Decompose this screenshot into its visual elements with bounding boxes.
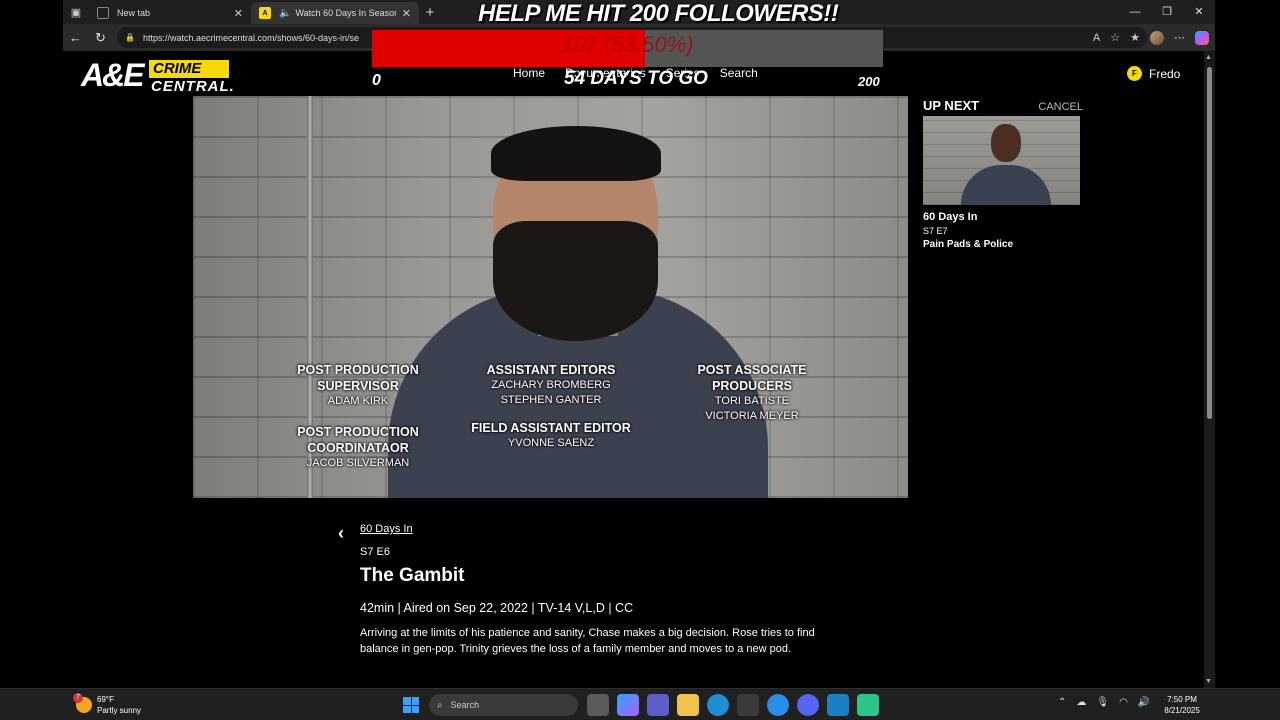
discord-icon[interactable]: [797, 694, 819, 716]
taskbar-search-placeholder: Search: [450, 700, 480, 710]
up-next-label: UP NEXT: [923, 98, 980, 113]
tab-close-icon[interactable]: ✕: [402, 7, 411, 20]
goal-max: 200: [858, 74, 880, 89]
episode-meta: 42min | Aired on Sep 22, 2022 | TV-14 V,…: [360, 601, 634, 615]
browser-window: ▣ New tab ✕ A 🔈 Watch 60 Days In Season …: [63, 0, 1215, 688]
credit-post-production-coordinator: POST PRODUCTION COORDINATAOR JACOB SILVE…: [297, 425, 419, 469]
new-tab-button[interactable]: +: [419, 4, 441, 21]
teams-icon[interactable]: [647, 694, 669, 716]
microphone-icon[interactable]: 🎙: [1096, 697, 1109, 708]
credit-post-associate-producers: POST ASSOCIATE PRODUCERS TORI BATISTE VI…: [697, 363, 807, 422]
file-explorer-icon[interactable]: [677, 694, 699, 716]
user-menu[interactable]: F Fredo: [1127, 66, 1180, 81]
page-content: A&E CRIME CENTRAL. Home Documentaries Se…: [63, 51, 1204, 688]
logo-ae-text: A&E: [81, 57, 145, 93]
up-next-episode: S7 E7: [923, 226, 948, 236]
episode-details: ‹ 60 Days In S7 E6 The Gambit 42min | Ai…: [338, 523, 860, 657]
clock-time: 7:50 PM: [1167, 695, 1197, 704]
scroll-down-icon[interactable]: ▼: [1205, 678, 1212, 685]
goal-remaining: 54 DAYS TO GO: [564, 68, 708, 89]
address-bar-actions: A ☆ ★ ⋯: [1093, 24, 1209, 51]
episode-code: S7 E6: [360, 546, 390, 558]
tab-new-tab[interactable]: New tab ✕: [89, 2, 251, 24]
show-link[interactable]: 60 Days In: [360, 523, 860, 535]
taskbar-search[interactable]: ⌕ Search: [429, 694, 578, 716]
lock-icon: 🔒: [125, 33, 135, 42]
weather-badge: 7: [73, 693, 83, 703]
store-icon[interactable]: [737, 694, 759, 716]
ae-favicon-icon: A: [259, 7, 271, 19]
screen: ▣ New tab ✕ A 🔈 Watch 60 Days In Season …: [0, 0, 1280, 720]
user-name: Fredo: [1149, 66, 1181, 81]
app-icon[interactable]: [767, 694, 789, 716]
scroll-up-icon[interactable]: ▲: [1205, 54, 1212, 61]
video-player[interactable]: POST PRODUCTION SUPERVISOR ADAM KIRK POS…: [193, 96, 908, 498]
back-arrow-icon[interactable]: ←: [63, 30, 88, 45]
site-logo[interactable]: A&E CRIME CENTRAL.: [81, 57, 234, 95]
credit-post-production-supervisor: POST PRODUCTION SUPERVISOR ADAM KIRK: [297, 363, 419, 407]
tab-close-icon[interactable]: ✕: [234, 7, 243, 20]
tab-title: Watch 60 Days In Season 7, E: [295, 8, 395, 18]
goal-count: 107 (53.50%): [561, 32, 694, 57]
up-next-title: Pain Pads & Police: [923, 239, 1014, 250]
page-scrollbar[interactable]: ▲ ▼: [1204, 51, 1215, 688]
close-window-icon[interactable]: ✕: [1183, 0, 1215, 24]
cancel-button[interactable]: CANCEL: [1038, 101, 1083, 113]
taskbar-apps: [587, 694, 879, 716]
favorite-star-icon[interactable]: ☆: [1110, 31, 1120, 44]
nav-home[interactable]: Home: [513, 66, 545, 80]
episode-title: The Gambit: [360, 565, 465, 586]
favorites-icon[interactable]: ★: [1130, 31, 1140, 44]
task-view-icon[interactable]: [587, 694, 609, 716]
onedrive-icon[interactable]: ☁: [1076, 697, 1086, 708]
search-icon: ⌕: [437, 699, 443, 711]
copilot-app-icon[interactable]: [617, 694, 639, 716]
url-text: https://watch.aecrimecentral.com/shows/6…: [142, 32, 360, 43]
windows-start-icon[interactable]: [403, 697, 419, 713]
clock[interactable]: 7:50 PM 8/21/2025: [1160, 694, 1204, 716]
weather-desc: Partly sunny: [97, 706, 142, 715]
goal-min: 0: [372, 72, 381, 89]
logo-central-text: CENTRAL.: [151, 78, 235, 95]
sun-icon: 7: [73, 693, 92, 713]
credit-field-assistant-editor: FIELD ASSISTANT EDITOR YVONNE SAENZ: [471, 421, 631, 449]
tab-watch-60-days-in[interactable]: A 🔈 Watch 60 Days In Season 7, E ✕: [251, 2, 419, 24]
photos-icon[interactable]: [827, 694, 849, 716]
copilot-icon[interactable]: [1195, 30, 1209, 45]
refresh-icon[interactable]: ↻: [88, 30, 113, 46]
chevron-left-icon[interactable]: ‹: [338, 523, 344, 544]
wifi-icon[interactable]: ◠: [1119, 697, 1128, 708]
up-next-show: 60 Days In: [923, 211, 978, 223]
window-controls: — ❐ ✕: [1119, 0, 1215, 24]
up-next-thumbnail[interactable]: [923, 116, 1080, 205]
restore-icon[interactable]: ❐: [1151, 0, 1183, 24]
logo-crime-text: CRIME: [149, 60, 229, 78]
tab-title: New tab: [117, 8, 151, 18]
system-tray: ⌃ ☁ 🎙 ◠ 🔊: [1058, 697, 1150, 708]
edge-icon[interactable]: [707, 694, 729, 716]
more-menu-icon[interactable]: ⋯: [1174, 31, 1185, 44]
user-avatar: F: [1127, 66, 1142, 81]
nav-search[interactable]: Search: [720, 66, 758, 80]
read-aloud-icon[interactable]: A: [1093, 32, 1100, 44]
overlay-goal-title: HELP ME HIT 200 FOLLOWERS!!: [478, 0, 839, 27]
tab-actions-icon[interactable]: ▣: [63, 0, 89, 24]
weather-temp: 69°F: [97, 695, 114, 704]
episode-description: Arriving at the limits of his patience a…: [360, 627, 815, 655]
profile-avatar-icon[interactable]: [1150, 30, 1164, 45]
speaker-icon[interactable]: 🔈: [279, 8, 291, 19]
credit-assistant-editors: ASSISTANT EDITORS ZACHARY BROMBERG STEPH…: [486, 363, 616, 406]
chevron-up-icon[interactable]: ⌃: [1058, 697, 1066, 708]
chat-app-icon[interactable]: [857, 694, 879, 716]
new-tab-favicon-icon: [97, 7, 109, 19]
up-next-panel: UP NEXT CANCEL 60 Days In S7 E7 Pain Pad…: [923, 98, 1083, 250]
minimize-icon[interactable]: —: [1119, 0, 1151, 24]
clock-date: 8/21/2025: [1164, 706, 1200, 715]
weather-widget[interactable]: 7 69°F Partly sunny: [73, 693, 142, 716]
taskbar: 7 69°F Partly sunny ⌕ Search ⌃ ☁ 🎙 ◠ 🔊 7…: [0, 688, 1280, 720]
scrollbar-thumb[interactable]: [1207, 67, 1212, 419]
volume-icon[interactable]: 🔊: [1138, 697, 1150, 708]
